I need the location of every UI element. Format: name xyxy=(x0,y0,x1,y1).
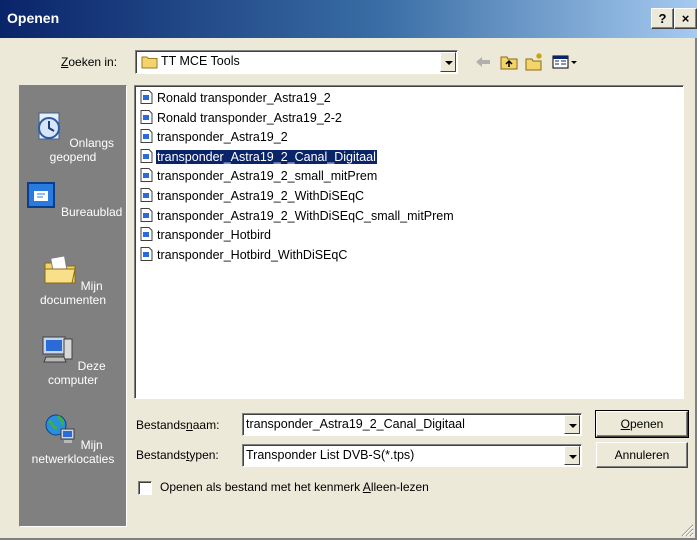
filetype-dropdown-arrow[interactable] xyxy=(564,446,580,465)
lookin-dropdown-arrow[interactable] xyxy=(440,52,456,72)
file-name: Ronald transponder_Astra19_2 xyxy=(157,91,331,105)
place-desktop[interactable]: Bureaublad xyxy=(20,179,126,219)
file-icon xyxy=(140,148,153,163)
my-computer-icon xyxy=(42,336,73,363)
place-network[interactable]: Mijn netwerklocaties xyxy=(20,412,126,466)
file-name: transponder_Astra19_2_WithDiSEqC_small_m… xyxy=(157,208,454,223)
file-list-item[interactable]: transponder_Astra19_2 xyxy=(140,128,289,146)
file-name: transponder_Hotbird_WithDiSEqC xyxy=(157,247,348,262)
file-list-item[interactable]: transponder_Astra19_2_small_mitPrem xyxy=(140,167,378,185)
file-list-item[interactable]: Ronald transponder_Astra19_2 xyxy=(140,89,332,107)
file-icon xyxy=(140,168,153,183)
cancel-button[interactable]: Annuleren xyxy=(596,442,688,468)
up-folder-icon[interactable] xyxy=(498,52,520,72)
readonly-checkbox[interactable] xyxy=(138,481,152,495)
file-icon xyxy=(140,109,153,124)
file-name: transponder_Astra19_2_small_mitPrem xyxy=(157,169,378,184)
filetype-dropdown[interactable]: Transponder List DVB-S(*.tps) xyxy=(242,444,582,467)
network-places-icon xyxy=(45,414,75,443)
my-documents-icon xyxy=(44,255,76,284)
view-menu-icon[interactable] xyxy=(550,52,580,72)
file-icon xyxy=(140,129,153,144)
filename-value[interactable]: transponder_Astra19_2_Canal_Digitaal xyxy=(246,417,465,431)
filename-dropdown-arrow[interactable] xyxy=(564,415,580,434)
desktop-icon xyxy=(26,182,55,208)
lookin-dropdown[interactable]: TT MCE Tools xyxy=(135,50,458,74)
file-list[interactable]: Ronald transponder_Astra19_2 Ronald trans… xyxy=(134,85,684,399)
file-list-item[interactable]: transponder_Astra19_2_WithDiSEqC_small_m… xyxy=(140,207,455,225)
file-icon xyxy=(140,246,153,261)
filename-label: Bestandsnaam: xyxy=(136,418,220,432)
file-list-item[interactable]: transponder_Hotbird xyxy=(140,226,272,244)
lookin-value: TT MCE Tools xyxy=(161,54,240,68)
readonly-label[interactable]: Openen als bestand met het kenmerk Allee… xyxy=(160,480,429,494)
place-recent[interactable]: Onlangs geopend xyxy=(20,110,126,164)
file-list-item[interactable]: transponder_Astra19_2_WithDiSEqC xyxy=(140,187,365,205)
back-arrow-icon[interactable] xyxy=(472,52,494,72)
file-name: Ronald transponder_Astra19_2-2 xyxy=(157,110,342,125)
close-button[interactable]: × xyxy=(674,8,697,29)
filetype-label: Bestandstypen: xyxy=(136,448,219,462)
file-name: transponder_Astra19_2_Canal_Digitaal xyxy=(155,148,378,165)
place-my-computer[interactable]: Deze computer xyxy=(20,333,126,387)
new-folder-icon[interactable] xyxy=(523,52,545,72)
resize-grip-icon[interactable] xyxy=(680,523,694,537)
places-bar: Onlangs geopend Bureaublad Mijn document… xyxy=(19,85,127,527)
file-name: transponder_Astra19_2 xyxy=(157,130,288,145)
place-my-documents[interactable]: Mijn documenten xyxy=(20,253,126,307)
file-list-item[interactable]: transponder_Astra19_2_Canal_Digitaal xyxy=(140,148,378,166)
file-icon xyxy=(140,90,153,104)
file-list-item[interactable]: transponder_Hotbird_WithDiSEqC xyxy=(140,246,348,264)
filetype-value: Transponder List DVB-S(*.tps) xyxy=(246,448,415,462)
close-icon: × xyxy=(681,11,690,26)
file-list-item[interactable]: Ronald transponder_Astra19_2-2 xyxy=(140,109,343,127)
file-icon xyxy=(140,227,153,242)
file-name: transponder_Hotbird xyxy=(157,228,271,243)
open-button[interactable]: Openen xyxy=(595,410,689,438)
file-name: transponder_Astra19_2_WithDiSEqC xyxy=(157,189,365,203)
file-icon xyxy=(140,188,153,202)
help-button[interactable]: ? xyxy=(651,8,674,29)
folder-icon xyxy=(141,56,158,69)
filename-input[interactable]: transponder_Astra19_2_Canal_Digitaal xyxy=(242,413,582,436)
window-title: Openen xyxy=(7,10,60,26)
title-bar[interactable]: Openen ? × xyxy=(0,0,697,38)
recent-documents-icon xyxy=(37,112,60,140)
lookin-label: Zoeken in: xyxy=(61,55,118,69)
file-icon xyxy=(140,207,153,222)
help-icon: ? xyxy=(658,11,667,26)
